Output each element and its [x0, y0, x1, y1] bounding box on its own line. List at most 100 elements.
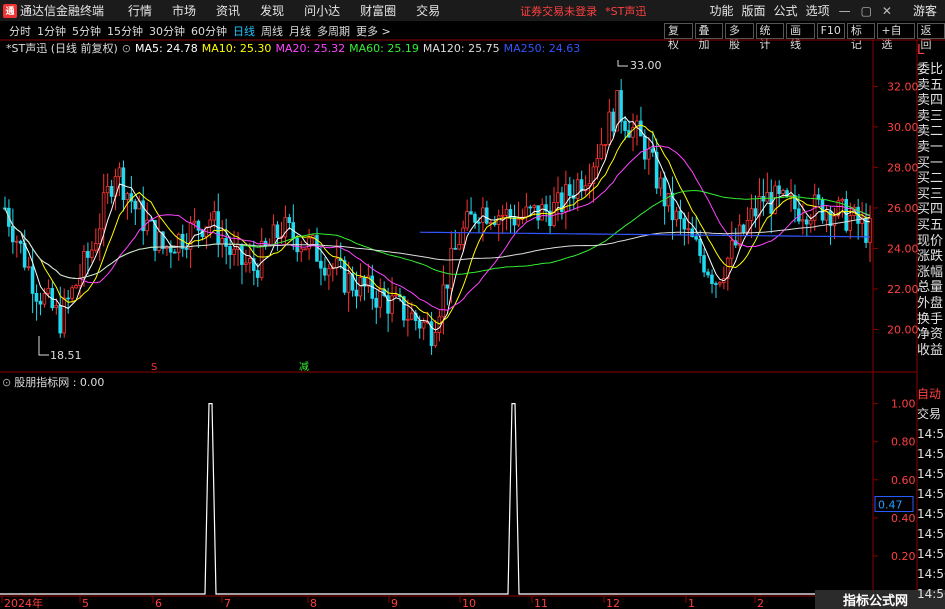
trade-item: 14:56 — [917, 567, 945, 581]
ma120-label: MA120: 25.75 — [422, 41, 500, 55]
candle-body — [516, 218, 521, 226]
candle-body — [172, 251, 177, 254]
candle-body — [808, 219, 813, 225]
candles-group — [3, 79, 872, 355]
indicator-legend: ⊙ 股朋指标网 : 0.00 — [0, 374, 104, 390]
watermark-title: 指标公式网 — [843, 593, 908, 609]
candle-body — [390, 295, 394, 314]
trade-item: 交易 — [917, 407, 942, 421]
candle-body — [74, 285, 78, 289]
candle-body — [42, 293, 47, 305]
indicator-dropdown-icon[interactable]: ⊙ — [2, 376, 11, 389]
panel-item: 现价 — [917, 233, 944, 249]
candle-body — [477, 221, 481, 224]
panel-item: 换手 — [917, 311, 944, 327]
candle-body — [437, 316, 442, 333]
candle-body — [781, 190, 785, 195]
candle-body — [686, 228, 690, 231]
ma5-line — [4, 116, 871, 331]
candle-body — [552, 202, 556, 227]
candle-body — [90, 249, 94, 258]
low-marker — [38, 336, 49, 356]
x-tick-label: 1 — [688, 597, 695, 609]
candle-body — [346, 273, 351, 293]
candle-body — [643, 135, 647, 160]
ma60-label: MA60: 25.19 — [349, 41, 419, 55]
candle-body — [307, 237, 311, 250]
trade-panel: 自动交易 14:55 14:55 14:56 14:56 14:56 14:56 14:56 1… — [917, 384, 945, 604]
candle-body — [504, 209, 509, 216]
candle-body — [303, 248, 307, 251]
candle-body — [666, 192, 671, 207]
candle-body — [374, 297, 378, 308]
candle-body — [662, 177, 667, 207]
candle-body — [532, 205, 536, 209]
ma10-label: MA10: 25.30 — [201, 41, 272, 55]
ind-tick-label: 0.40 — [891, 512, 916, 525]
candle-body — [334, 258, 339, 269]
candle-body — [749, 208, 754, 221]
candle-body — [97, 228, 102, 244]
panel-item: 卖五 — [917, 77, 944, 93]
candle-body — [639, 120, 643, 137]
candle-body — [157, 231, 161, 251]
trade-item: 14:55 — [917, 447, 945, 461]
panel-item: 卖三 — [917, 108, 944, 124]
trade-item: 14:56 — [917, 587, 945, 601]
candle-body — [18, 240, 23, 244]
candle-body — [125, 193, 130, 201]
indicator-line — [0, 403, 873, 595]
x-tick-label: 9 — [391, 597, 398, 609]
candle-body — [232, 248, 236, 255]
candle-body — [409, 312, 414, 320]
stock-label: *ST声迅 (日线 前复权) — [6, 42, 118, 55]
candle-body — [765, 192, 769, 202]
indicator-label: 股朋指标网 : 0.00 — [14, 376, 105, 389]
candle-body — [674, 210, 679, 221]
candle-body — [358, 277, 363, 297]
candle-body — [224, 237, 228, 247]
candle-body — [488, 222, 493, 224]
ind-current-value: 0.47 — [878, 499, 903, 512]
ma20-label: MA20: 25.32 — [275, 41, 346, 55]
x-tick-label: 10 — [462, 597, 476, 609]
panel-item: 卖二 — [917, 124, 944, 140]
candle-body — [105, 186, 110, 194]
candle-body — [607, 111, 611, 145]
candle-body — [777, 185, 781, 195]
candle-body — [62, 297, 66, 334]
candle-body — [133, 200, 138, 210]
candle-body — [323, 267, 327, 276]
trade-item: 14:56 — [917, 547, 945, 561]
x-tick-label: 7 — [224, 597, 231, 609]
x-tick-label: 5 — [82, 597, 89, 609]
panel-item: 买五 — [917, 217, 944, 233]
candle-body — [540, 204, 544, 221]
candle-body — [445, 284, 450, 289]
candle-body — [575, 179, 580, 199]
candle-body — [101, 192, 106, 230]
candle-body — [484, 207, 489, 224]
candle-body — [30, 266, 35, 294]
candle-body — [228, 246, 232, 255]
candle-body — [449, 247, 454, 289]
panel-item: 涨幅 — [917, 264, 944, 280]
candle-body — [804, 219, 809, 225]
panel-item: 卖四 — [917, 93, 944, 109]
candle-body — [271, 224, 276, 246]
kline-chart[interactable]: 32.00 30.00 28.00 26.00 24.00 22.00 20.00 1.00 0… — [0, 0, 945, 609]
candle-body — [714, 283, 718, 285]
candle-body — [658, 177, 663, 189]
candle-body — [623, 120, 627, 131]
candle-body — [208, 219, 213, 228]
candle-body — [710, 274, 714, 284]
candle-body — [801, 219, 805, 222]
candle-body — [611, 111, 615, 132]
trade-item: 14:55 — [917, 427, 945, 441]
ind-tick-label: 0.20 — [891, 550, 916, 563]
panel-item: 买四 — [917, 202, 944, 218]
dropdown-icon[interactable]: ⊙ — [122, 42, 131, 55]
x-tick-label: 2 — [757, 597, 764, 609]
price-tick-label: 24.00 — [887, 242, 919, 255]
candle-body — [38, 300, 43, 305]
